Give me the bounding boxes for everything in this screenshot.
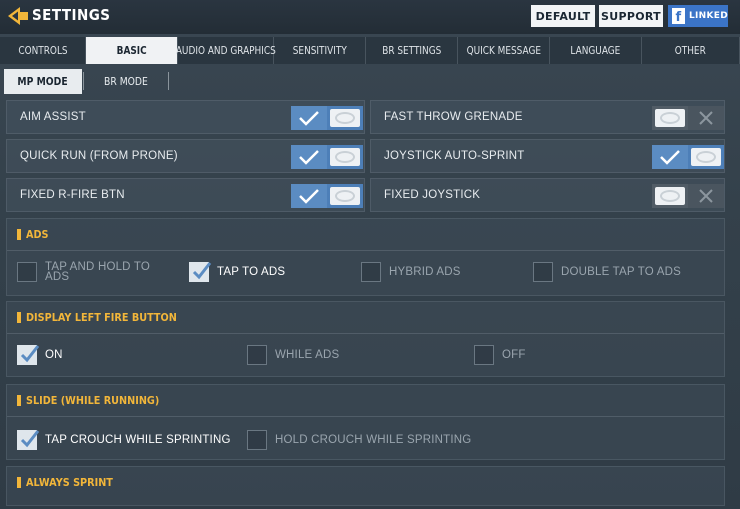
row-joystick-sprint: JOYSTICK AUTO-SPRINT [370,139,725,173]
linked-button[interactable]: f LINKED [668,5,728,27]
check-icon [20,430,40,448]
checkbox[interactable] [474,345,494,365]
page-title: SETTINGS [32,6,111,24]
quick-run-label: QUICK RUN (FROM PRONE) [20,150,178,162]
check-icon [660,150,680,165]
option-hold-crouch[interactable]: HOLD CROUCH WHILE SPRINTING [247,430,471,450]
check-icon [299,189,319,204]
option-double-tap-ads[interactable]: DOUBLE TAP TO ADS [533,262,681,282]
checkbox[interactable] [189,262,212,282]
option-tap-hold-ads[interactable]: TAP AND HOLD TO ADS [17,261,150,283]
check-icon [192,262,212,280]
check-icon [299,111,319,126]
tab-language[interactable]: LANGUAGE [550,37,642,64]
check-icon [299,150,319,165]
row-fixed-joystick: FIXED JOYSTICK [370,178,725,212]
linked-label: LINKED [688,11,728,21]
mp-mode-tab[interactable]: MP MODE [4,69,82,94]
aim-assist-label: AIM ASSIST [20,111,86,123]
divider [168,72,169,90]
tab-sensitivity[interactable]: SENSITIVITY [274,37,366,64]
row-fast-throw: FAST THROW GRENADE [370,100,725,134]
tab-audio-graphics[interactable]: AUDIO AND GRAPHICS [176,37,275,64]
fixed-joystick-toggle[interactable] [652,184,724,208]
section-always-sprint: ALWAYS SPRINT [6,466,725,506]
tab-br-settings[interactable]: BR SETTINGS [366,37,458,64]
section-ads: ADS TAP AND HOLD TO ADS TAP TO ADS HYBRID… [6,218,725,296]
option-hybrid-ads[interactable]: HYBRID ADS [361,262,461,282]
checkbox[interactable] [247,345,267,365]
section-title: ADS [17,228,52,241]
option-while-ads[interactable]: WHILE ADS [247,345,339,365]
fixed-rfire-toggle[interactable] [291,184,363,208]
facebook-icon: f [672,8,685,24]
row-quick-run: QUICK RUN (FROM PRONE) [6,139,365,173]
tab-controls[interactable]: CONTROLS [0,37,86,64]
divider [83,72,84,90]
quick-run-toggle[interactable] [291,145,363,169]
fixed-rfire-label: FIXED R-FIRE BTN [20,189,125,201]
fixed-joystick-label: FIXED JOYSTICK [384,189,481,201]
aim-assist-toggle[interactable] [291,106,363,130]
tab-basic[interactable]: BASIC [86,37,178,64]
close-icon [699,189,713,203]
default-button[interactable]: DEFAULT [531,5,595,27]
br-mode-tab[interactable]: BR MODE [84,69,168,94]
section-title: SLIDE (WHILE RUNNING) [17,394,177,407]
mode-bar: MP MODE BR MODE [0,66,740,96]
section-title: ALWAYS SPRINT [17,476,125,489]
section-slide: SLIDE (WHILE RUNNING) TAP CROUCH WHILE S… [6,384,725,460]
tab-other[interactable]: OTHER [642,37,740,64]
row-fixed-rfire: FIXED R-FIRE BTN [6,178,365,212]
joystick-sprint-toggle[interactable] [652,145,724,169]
fast-throw-toggle[interactable] [652,106,724,130]
checkbox[interactable] [17,345,40,365]
back-arrow-icon[interactable] [6,5,30,27]
row-aim-assist: AIM ASSIST [6,100,365,134]
checkbox[interactable] [247,430,267,450]
fast-throw-label: FAST THROW GRENADE [384,111,523,123]
tab-quick-message[interactable]: QUICK MESSAGE [458,37,550,64]
tab-bar: CONTROLS BASIC AUDIO AND GRAPHICS SENSIT… [0,37,740,64]
check-icon [20,345,40,363]
close-icon [699,111,713,125]
joystick-sprint-label: JOYSTICK AUTO-SPRINT [384,150,525,162]
checkbox[interactable] [17,262,37,282]
option-off[interactable]: OFF [474,345,526,365]
option-on[interactable]: ON [17,345,63,365]
option-tap-to-ads[interactable]: TAP TO ADS [189,262,285,282]
header-bar: SETTINGS DEFAULT SUPPORT f LINKED [0,0,740,34]
checkbox[interactable] [533,262,553,282]
checkbox[interactable] [361,262,381,282]
checkbox[interactable] [17,430,40,450]
option-tap-crouch[interactable]: TAP CROUCH WHILE SPRINTING [17,430,231,450]
section-display-left-fire: DISPLAY LEFT FIRE BUTTON ON WHILE ADS OF… [6,301,725,377]
section-title: DISPLAY LEFT FIRE BUTTON [17,311,197,324]
support-button[interactable]: SUPPORT [599,5,663,27]
